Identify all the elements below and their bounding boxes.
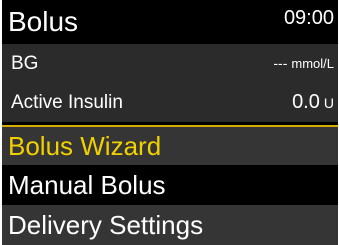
bg-row: BG --- mmol/L [2,44,338,83]
bg-unit: mmol/L [291,56,334,71]
bg-label: BG [11,53,39,74]
menu-item-bolus-wizard[interactable]: Bolus Wizard [2,125,338,167]
menu-item-label: Delivery Settings [8,210,204,240]
menu-item-delivery-settings[interactable]: Delivery Settings [2,205,338,245]
active-insulin-value: 0.0 [292,91,320,113]
bg-value: --- [273,55,288,71]
active-insulin-row: Active Insulin 0.0 U [2,83,338,122]
active-insulin-value-group: 0.0 U [292,83,334,123]
header-bar: Bolus 09:00 [2,0,338,44]
menu-item-label: Bolus Wizard [8,131,162,161]
page-title: Bolus [8,6,79,37]
menu-item-label: Manual Bolus [8,170,166,200]
active-insulin-unit: U [323,95,334,111]
pump-screen: Bolus 09:00 BG --- mmol/L Active Insulin … [0,0,339,245]
clock-time: 09:00 [283,7,334,29]
bg-value-group: --- mmol/L [273,44,334,83]
active-insulin-label: Active Insulin [11,92,123,113]
menu-item-manual-bolus[interactable]: Manual Bolus [2,165,338,205]
bolus-menu-panel: Bolus 09:00 BG --- mmol/L Active Insulin … [2,0,338,245]
